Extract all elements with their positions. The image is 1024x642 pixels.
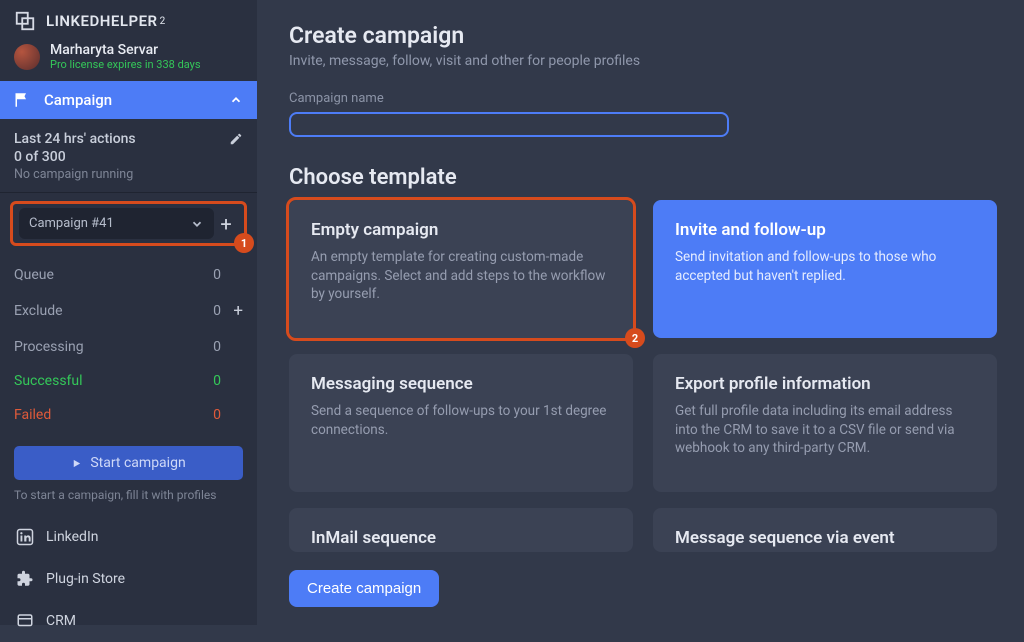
- create-campaign-button[interactable]: Create campaign: [289, 570, 439, 607]
- status-count: 0: [181, 267, 221, 283]
- template-desc: Send invitation and follow-ups to those …: [675, 248, 975, 285]
- template-message-via-event[interactable]: Message sequence via event: [653, 508, 997, 552]
- brand-row: LINKEDHELPER 2: [0, 0, 257, 38]
- stats-title: Last 24 hrs' actions: [14, 131, 229, 147]
- status-label: Failed: [14, 407, 181, 423]
- brand-name: LINKEDHELPER: [46, 12, 158, 30]
- template-export-profile[interactable]: Export profile information Get full prof…: [653, 354, 997, 492]
- template-title: Messaging sequence: [311, 374, 611, 394]
- status-count: 0: [181, 407, 221, 423]
- status-label: Queue: [14, 267, 181, 283]
- stats-status: No campaign running: [14, 167, 243, 182]
- status-exclude[interactable]: Exclude 0 +: [14, 292, 243, 330]
- template-desc: Send a sequence of follow-ups to your 1s…: [311, 402, 611, 439]
- linkedin-icon: [16, 528, 34, 546]
- edit-icon[interactable]: [229, 132, 243, 146]
- nav-plugin-store[interactable]: Plug-in Store: [0, 558, 257, 600]
- add-icon[interactable]: +: [221, 301, 243, 321]
- status-processing[interactable]: Processing 0: [14, 330, 243, 364]
- nav-item-label: Plug-in Store: [46, 571, 125, 587]
- template-desc: An empty template for creating custom-ma…: [311, 248, 611, 304]
- brand-superscript: 2: [160, 16, 166, 27]
- template-invite-follow-up[interactable]: Invite and follow-up Send invitation and…: [653, 200, 997, 338]
- stats-block: Last 24 hrs' actions 0 of 300 No campaig…: [0, 119, 257, 193]
- nav-campaign-label: Campaign: [44, 91, 229, 109]
- crm-icon: [16, 612, 34, 630]
- user-row[interactable]: Marharyta Servar Pro license expires in …: [0, 38, 257, 81]
- play-icon: [71, 458, 82, 469]
- create-campaign-label: Create campaign: [307, 580, 421, 597]
- avatar: [14, 44, 40, 70]
- template-title: Export profile information: [675, 374, 975, 394]
- main: Create campaign Invite, message, follow,…: [257, 0, 1024, 625]
- nav-item-label: LinkedIn: [46, 529, 99, 545]
- start-campaign-label: Start campaign: [90, 455, 185, 471]
- nav-item-label: CRM: [46, 613, 76, 629]
- campaign-select-highlight: Campaign #41 + 1: [10, 201, 247, 246]
- add-campaign-button[interactable]: +: [214, 212, 238, 236]
- status-count: 0: [181, 373, 221, 389]
- user-name: Marharyta Servar: [50, 42, 201, 58]
- start-campaign-button[interactable]: Start campaign: [14, 446, 243, 480]
- bottom-nav: LinkedIn Plug-in Store CRM: [0, 516, 257, 642]
- template-title: InMail sequence: [311, 528, 611, 548]
- puzzle-icon: [16, 570, 34, 588]
- page-subtitle: Invite, message, follow, visit and other…: [289, 53, 1002, 69]
- status-failed[interactable]: Failed 0: [14, 398, 243, 432]
- template-title: Empty campaign: [311, 220, 611, 240]
- status-successful[interactable]: Successful 0: [14, 364, 243, 398]
- annotation-marker-1: 1: [234, 233, 254, 253]
- nav-crm[interactable]: CRM: [0, 600, 257, 642]
- campaign-name-input[interactable]: [289, 112, 729, 137]
- template-empty-campaign[interactable]: Empty campaign An empty template for cre…: [289, 200, 633, 338]
- annotation-marker-2: 2: [625, 328, 645, 348]
- nav-linkedin[interactable]: LinkedIn: [0, 516, 257, 558]
- flag-icon: [14, 91, 32, 109]
- chevron-down-icon: [190, 217, 204, 231]
- start-hint: To start a campaign, fill it with profil…: [0, 488, 257, 516]
- campaign-name-label: Campaign name: [289, 91, 1002, 106]
- templates-grid: 2 Empty campaign An empty template for c…: [289, 200, 1002, 552]
- user-license: Pro license expires in 338 days: [50, 58, 201, 71]
- page-title: Create campaign: [289, 22, 1002, 49]
- status-label: Exclude: [14, 303, 181, 319]
- template-inmail-sequence[interactable]: InMail sequence: [289, 508, 633, 552]
- status-label: Successful: [14, 373, 181, 389]
- template-desc: Get full profile data including its emai…: [675, 402, 975, 458]
- nav-campaign[interactable]: Campaign: [0, 81, 257, 119]
- chevron-up-icon: [229, 93, 243, 107]
- campaign-select-value: Campaign #41: [29, 216, 114, 231]
- status-list: Queue 0 Exclude 0 + Processing 0 Success…: [0, 254, 257, 440]
- campaign-select[interactable]: Campaign #41: [19, 208, 214, 239]
- status-queue[interactable]: Queue 0: [14, 258, 243, 292]
- choose-template-heading: Choose template: [289, 165, 1002, 190]
- template-title: Invite and follow-up: [675, 220, 975, 240]
- status-count: 0: [181, 303, 221, 319]
- stats-count: 0 of 300: [14, 149, 243, 165]
- sidebar: LINKEDHELPER 2 Marharyta Servar Pro lice…: [0, 0, 257, 625]
- status-count: 0: [181, 339, 221, 355]
- brand-icon: [14, 10, 36, 32]
- template-title: Message sequence via event: [675, 528, 975, 548]
- template-messaging-sequence[interactable]: Messaging sequence Send a sequence of fo…: [289, 354, 633, 492]
- status-label: Processing: [14, 339, 181, 355]
